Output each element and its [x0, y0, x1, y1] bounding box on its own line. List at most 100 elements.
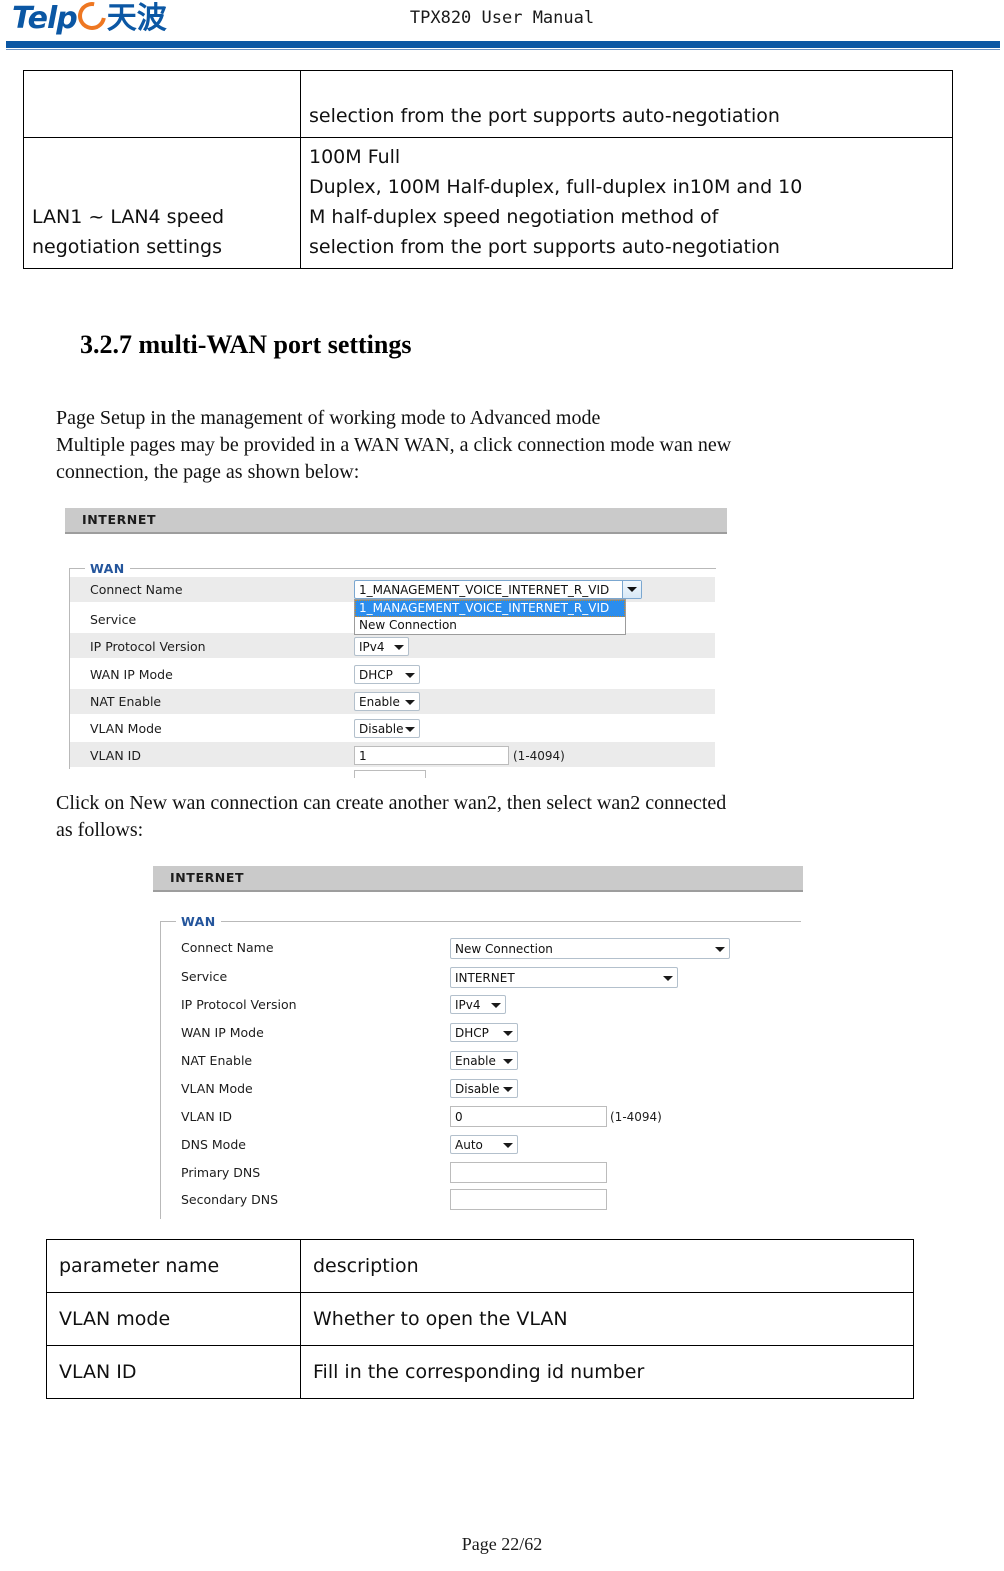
label-ip-protocol-version: IP Protocol Version: [90, 639, 206, 654]
spec-desc-cell: selection from the port supports auto-ne…: [300, 70, 953, 138]
spec-desc-line: Duplex, 100M Half-duplex, full-duplex in…: [309, 176, 803, 198]
dropdown-option[interactable]: 1_MANAGEMENT_VOICE_INTERNET_R_VID: [355, 600, 625, 617]
select-nat-enable[interactable]: Enable: [450, 1051, 518, 1070]
label-connect-name: Connect Name: [181, 940, 274, 955]
label-connect-name: Connect Name: [90, 582, 183, 597]
label-primary-dns: Primary DNS: [181, 1165, 261, 1180]
internet-title-label: INTERNET: [170, 870, 245, 885]
spec-param-cell: LAN1 ~ LAN4 speed negotiation settings: [23, 137, 301, 269]
screenshot-wan2: INTERNET WAN Connect Name New Connection…: [153, 866, 813, 1226]
vlan-id-range-hint: (1-4094): [610, 1110, 662, 1124]
select-connect-name-value: 1_MANAGEMENT_VOICE_INTERNET_R_VID: [359, 583, 610, 597]
paragraph-line: Page Setup in the management of working …: [56, 407, 601, 429]
label-vlan-mode: VLAN Mode: [90, 721, 162, 736]
section-heading: 3.2.7 multi-WAN port settings: [80, 330, 412, 359]
column-header-parameter-name: parameter name: [46, 1239, 301, 1293]
select-vlan-mode-value: Disable: [359, 722, 404, 736]
manual-title: TPX820 User Manual: [409, 8, 595, 28]
intro-paragraph: Page Setup in the management of working …: [56, 405, 926, 486]
header-rule: [6, 41, 1000, 48]
input-vlan-id[interactable]: 0: [450, 1106, 607, 1127]
chevron-down-icon[interactable]: [622, 581, 641, 598]
spec-desc-line: selection from the port supports auto-ne…: [309, 105, 780, 127]
spec-desc-line: selection from the port supports auto-ne…: [309, 236, 780, 258]
internet-title-bar: INTERNET: [153, 866, 803, 892]
chevron-down-icon[interactable]: [405, 700, 415, 705]
label-wan-ip-mode: WAN IP Mode: [181, 1025, 264, 1040]
select-wan-ip-mode[interactable]: DHCP: [450, 1023, 518, 1042]
wan2-paragraph: Click on New wan connection can create a…: [56, 790, 936, 844]
column-header-description: description: [300, 1239, 914, 1293]
chevron-down-icon[interactable]: [503, 1087, 513, 1092]
chevron-down-icon[interactable]: [663, 976, 673, 981]
parameter-description-table: parameter name description VLAN mode Whe…: [46, 1239, 914, 1399]
chevron-down-icon[interactable]: [715, 947, 725, 952]
select-dns-mode-value: Auto: [455, 1138, 483, 1152]
select-service[interactable]: INTERNET: [450, 967, 678, 988]
select-connect-name[interactable]: 1_MANAGEMENT_VOICE_INTERNET_R_VID: [354, 580, 642, 599]
label-vlan-id: VLAN ID: [181, 1109, 232, 1124]
spec-desc-line: 100M Full: [309, 146, 401, 168]
screenshot-wan1: INTERNET WAN Connect Name 1_MANAGEMENT_V…: [65, 508, 737, 778]
select-service-value: INTERNET: [455, 971, 515, 985]
select-vlan-mode[interactable]: Disable: [450, 1079, 518, 1098]
paragraph-line: Multiple pages may be provided in a WAN …: [56, 434, 732, 456]
select-ip-protocol-version[interactable]: IPv4: [450, 995, 506, 1014]
page-header: Telp 天波 TPX820 User Manual: [0, 0, 1004, 50]
label-vlan-id: VLAN ID: [90, 748, 141, 763]
internet-title-bar: INTERNET: [65, 508, 727, 534]
input-vlan-id-value: 0: [455, 1110, 463, 1124]
table-row: selection from the port supports auto-ne…: [23, 70, 953, 138]
paragraph-line: as follows:: [56, 819, 144, 841]
input-vlan-id[interactable]: 1: [354, 746, 509, 765]
vlan-id-range-hint: (1-4094): [513, 749, 565, 763]
dropdown-option[interactable]: New Connection: [355, 617, 625, 634]
select-dns-mode[interactable]: Auto: [450, 1135, 518, 1154]
input-vlan-id-value: 1: [359, 749, 367, 763]
select-nat-enable-value: Enable: [455, 1054, 496, 1068]
param-name-cell: VLAN mode: [46, 1292, 301, 1346]
label-vlan-mode: VLAN Mode: [181, 1081, 253, 1096]
param-desc-cell: Whether to open the VLAN: [300, 1292, 914, 1346]
page-footer: Page 22/62: [461, 1534, 543, 1554]
input-primary-dns[interactable]: [450, 1162, 607, 1183]
select-wan-ip-mode[interactable]: DHCP: [354, 665, 420, 684]
select-vlan-mode[interactable]: Disable: [354, 719, 420, 738]
label-service: Service: [181, 969, 228, 984]
select-connect-name[interactable]: New Connection: [450, 938, 730, 959]
wan-legend: WAN: [176, 914, 221, 929]
select-wan-ip-mode-value: DHCP: [359, 668, 393, 682]
label-wan-ip-mode: WAN IP Mode: [90, 667, 173, 682]
select-ip-protocol-version[interactable]: IPv4: [354, 637, 409, 656]
chevron-down-icon[interactable]: [503, 1143, 513, 1148]
chevron-down-icon[interactable]: [405, 727, 415, 732]
param-desc-cell: Fill in the corresponding id number: [300, 1345, 914, 1399]
internet-title-label: INTERNET: [82, 512, 157, 527]
spec-desc-cell: 100M Full Duplex, 100M Half-duplex, full…: [300, 137, 953, 269]
spec-table: selection from the port supports auto-ne…: [23, 70, 953, 269]
chevron-down-icon[interactable]: [503, 1031, 513, 1036]
chevron-down-icon[interactable]: [394, 645, 404, 650]
select-ip-protocol-version-value: IPv4: [359, 640, 385, 654]
chevron-down-icon[interactable]: [405, 673, 415, 678]
select-connect-name-value: New Connection: [455, 942, 553, 956]
label-service: Service: [90, 612, 137, 627]
paragraph-line: connection, the page as shown below:: [56, 461, 360, 483]
label-nat-enable: NAT Enable: [181, 1053, 253, 1068]
label-nat-enable: NAT Enable: [90, 694, 162, 709]
select-nat-enable-value: Enable: [359, 695, 400, 709]
cropped-control-edge: [354, 770, 426, 778]
table-header-row: parameter name description: [46, 1239, 914, 1293]
spec-desc-line: M half-duplex speed negotiation method o…: [309, 206, 719, 228]
table-row: LAN1 ~ LAN4 speed negotiation settings 1…: [23, 137, 953, 269]
chevron-down-icon[interactable]: [503, 1059, 513, 1064]
input-secondary-dns[interactable]: [450, 1189, 607, 1210]
spec-param-cell: [23, 70, 301, 138]
label-secondary-dns: Secondary DNS: [181, 1192, 279, 1207]
table-row: VLAN mode Whether to open the VLAN: [46, 1292, 914, 1346]
table-row: VLAN ID Fill in the corresponding id num…: [46, 1345, 914, 1399]
connect-name-dropdown-list[interactable]: 1_MANAGEMENT_VOICE_INTERNET_R_VID New Co…: [354, 599, 626, 635]
select-nat-enable[interactable]: Enable: [354, 692, 420, 711]
label-dns-mode: DNS Mode: [181, 1137, 246, 1152]
chevron-down-icon[interactable]: [491, 1003, 501, 1008]
